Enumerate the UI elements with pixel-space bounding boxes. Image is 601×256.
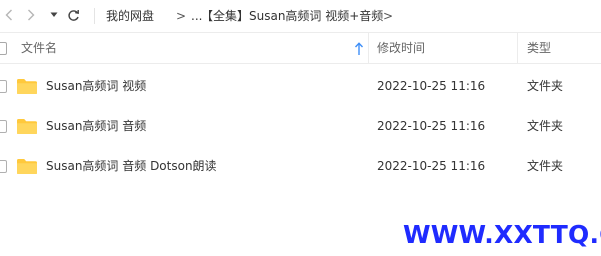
watermark-text: WWW.XXTTQ.COM: [403, 220, 601, 249]
file-row[interactable]: Susan高频词 音频 2022-10-25 11:16 文件夹: [0, 106, 601, 146]
folder-icon: [17, 119, 37, 134]
dropdown-arrow-icon[interactable]: [47, 8, 61, 22]
forward-arrow-icon[interactable]: [24, 8, 38, 22]
column-header-type[interactable]: 类型: [527, 40, 551, 56]
file-type: 文件夹: [527, 79, 564, 93]
column-header-modified[interactable]: 修改时间: [377, 40, 425, 56]
sort-ascending-icon[interactable]: [354, 41, 364, 55]
folder-icon: [17, 79, 37, 94]
column-divider[interactable]: [368, 33, 369, 63]
column-header-name[interactable]: 文件名: [21, 40, 57, 56]
file-row[interactable]: Susan高频词 视频 2022-10-25 11:16 文件夹: [0, 66, 601, 106]
file-modified: 2022-10-25 11:16: [377, 159, 486, 173]
breadcrumb-current-folder[interactable]: 【全集】Susan高频词 视频+音频: [201, 8, 383, 24]
file-type: 文件夹: [527, 119, 564, 133]
row-checkbox[interactable]: [0, 80, 7, 93]
row-checkbox[interactable]: [0, 120, 7, 133]
file-name[interactable]: Susan高频词 音频: [46, 118, 146, 134]
file-name[interactable]: Susan高频词 音频 Dotson朗读: [46, 158, 217, 174]
breadcrumb-separator: >: [383, 9, 394, 23]
folder-icon: [17, 159, 37, 174]
file-row[interactable]: Susan高频词 音频 Dotson朗读 2022-10-25 11:16 文件…: [0, 146, 601, 186]
file-name[interactable]: Susan高频词 视频: [46, 78, 146, 94]
breadcrumb-separator: >: [176, 9, 187, 23]
column-header-row: 文件名 修改时间 类型: [0, 33, 601, 64]
file-type: 文件夹: [527, 159, 564, 173]
refresh-icon[interactable]: [66, 8, 80, 22]
toolbar-divider: [94, 8, 95, 24]
toolbar: 我的网盘 > ... 【全集】Susan高频词 视频+音频 >: [0, 0, 601, 33]
back-arrow-icon[interactable]: [2, 8, 16, 22]
select-all-checkbox[interactable]: [0, 42, 7, 55]
breadcrumb-my-drive[interactable]: 我的网盘: [106, 8, 154, 24]
file-browser: 我的网盘 > ... 【全集】Susan高频词 视频+音频 > 文件名 修改时间…: [0, 0, 601, 256]
file-modified: 2022-10-25 11:16: [377, 119, 486, 133]
column-divider[interactable]: [517, 33, 518, 63]
file-modified: 2022-10-25 11:16: [377, 79, 486, 93]
row-checkbox[interactable]: [0, 160, 7, 173]
